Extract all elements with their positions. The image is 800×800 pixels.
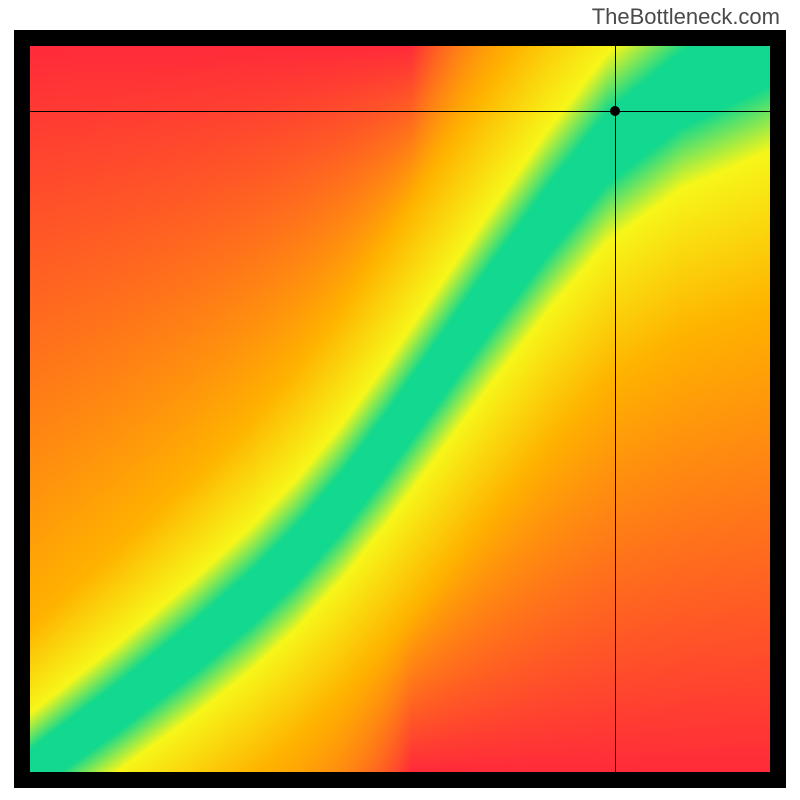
heatmap-plot-area <box>30 46 770 772</box>
heatmap-canvas <box>30 46 770 772</box>
watermark-text: TheBottleneck.com <box>592 4 780 30</box>
crosshair-vertical <box>615 46 616 772</box>
selection-point-icon <box>610 106 620 116</box>
crosshair-horizontal <box>30 111 770 112</box>
chart-frame <box>14 30 786 788</box>
